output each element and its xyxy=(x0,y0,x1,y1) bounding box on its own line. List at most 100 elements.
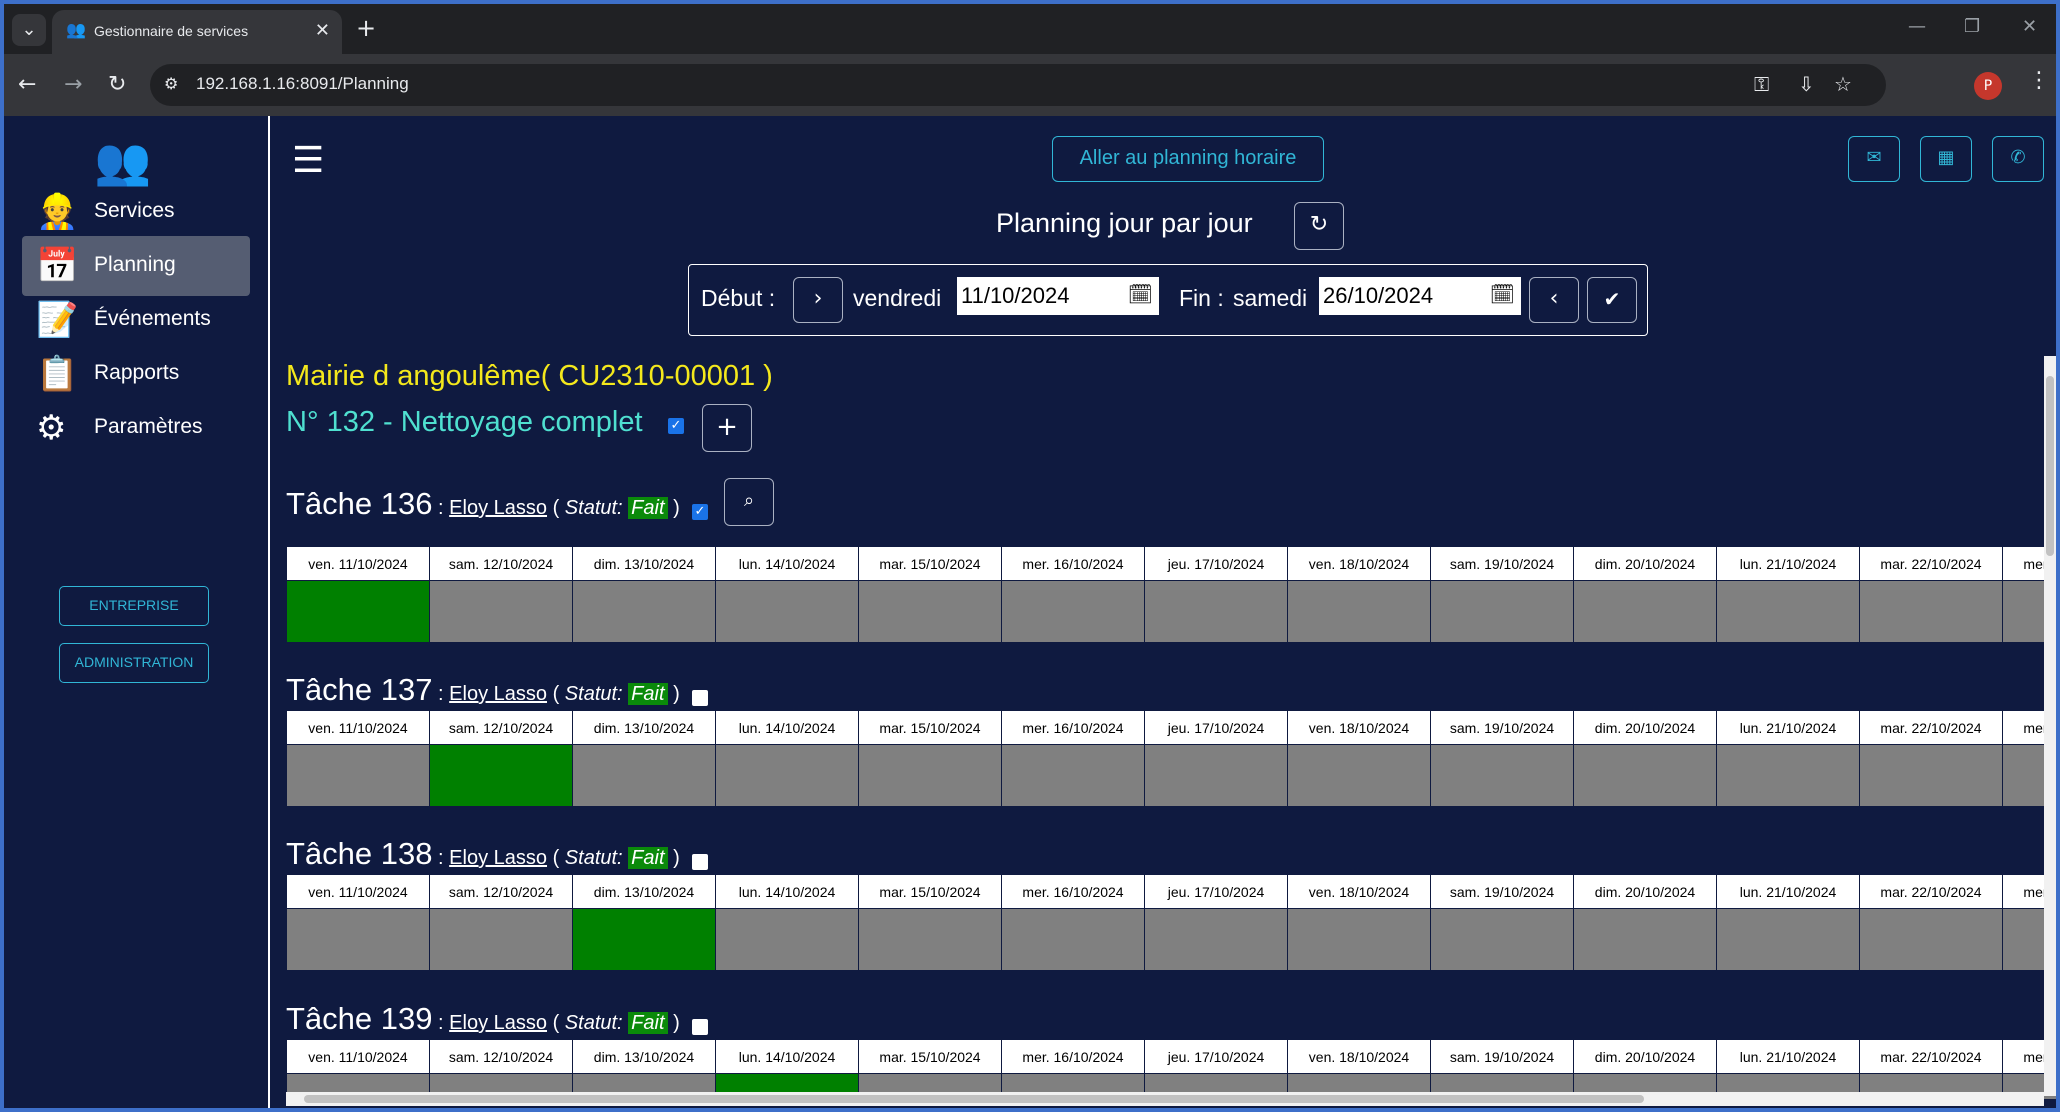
day-cell[interactable] xyxy=(1573,580,1717,643)
day-cell[interactable] xyxy=(1716,908,1860,971)
apply-check-icon[interactable]: ✔ xyxy=(1587,277,1637,323)
day-cell[interactable] xyxy=(1287,744,1431,807)
sidebar-item-planning[interactable]: 📅 Planning xyxy=(22,236,250,296)
forward-icon[interactable]: → xyxy=(64,72,82,97)
key-icon[interactable]: ⚿ xyxy=(1754,72,1769,96)
day-cell[interactable] xyxy=(1144,580,1288,643)
worker-link[interactable]: Eloy Lasso xyxy=(449,847,547,869)
calendar-picker-icon[interactable]: 🗓 xyxy=(1128,282,1153,307)
day-cell[interactable] xyxy=(1287,908,1431,971)
day-cell[interactable] xyxy=(429,580,573,643)
sidebar-item-parametres[interactable]: ⚙ Paramètres xyxy=(22,398,250,458)
back-icon[interactable]: ← xyxy=(18,72,36,97)
day-cell[interactable] xyxy=(572,908,716,971)
scroll-thumb[interactable] xyxy=(2046,376,2054,556)
prev-arrow-icon[interactable]: ‹ xyxy=(1529,277,1579,323)
day-cell[interactable] xyxy=(286,908,430,971)
vertical-scrollbar[interactable] xyxy=(2044,356,2056,1096)
day-cell[interactable] xyxy=(1001,908,1145,971)
day-cell[interactable] xyxy=(1573,908,1717,971)
next-arrow-icon[interactable]: › xyxy=(793,277,843,323)
profile-avatar[interactable]: P xyxy=(1974,72,2002,100)
sidebar-item-evenements[interactable]: 📝 Événements xyxy=(22,290,250,350)
day-cell[interactable] xyxy=(1001,744,1145,807)
day-cell[interactable] xyxy=(1430,580,1574,643)
service-checkbox[interactable]: ✓ xyxy=(668,418,684,434)
day-cell[interactable] xyxy=(286,580,430,643)
day-header: sam. 19/10/2024 xyxy=(1430,710,1574,745)
sidebar-item-services[interactable]: 👷 Services xyxy=(22,182,250,242)
day-cell[interactable] xyxy=(1859,908,2003,971)
day-cell[interactable] xyxy=(429,908,573,971)
day-cell[interactable] xyxy=(1287,580,1431,643)
mail-icon[interactable]: ✉ xyxy=(1848,136,1900,182)
restore-icon[interactable]: ❐ xyxy=(1964,16,1980,37)
install-icon[interactable]: ⇩ xyxy=(1798,72,1815,96)
main-content: ☰ Aller au planning horaire ✉ ▦ ✆ Planni… xyxy=(272,116,2056,1108)
url-input[interactable]: ⚙ 192.168.1.16:8091/Planning ☆ ⇩ ⚿ xyxy=(150,64,1886,106)
day-header: sam. 12/10/2024 xyxy=(429,1039,573,1074)
menu-dots-icon[interactable]: ⋮ xyxy=(2028,68,2050,93)
site-settings-icon[interactable]: ⚙ xyxy=(164,74,178,93)
day-cell[interactable] xyxy=(1430,744,1574,807)
day-cell[interactable] xyxy=(1716,744,1860,807)
day-cell[interactable] xyxy=(1001,580,1145,643)
close-icon[interactable]: ✕ xyxy=(315,20,330,41)
worker-link[interactable]: Eloy Lasso xyxy=(449,497,547,519)
tab-search-icon[interactable]: ⌄ xyxy=(12,14,46,46)
hourly-planning-button[interactable]: Aller au planning horaire xyxy=(1052,136,1324,182)
day-header: jeu. 17/10/2024 xyxy=(1144,546,1288,581)
day-header: lun. 21/10/2024 xyxy=(1716,546,1860,581)
reload-icon[interactable]: ↻ xyxy=(108,72,126,97)
day-grid: ven. 11/10/2024 sam. 12/10/2024 dim. 13/10… xyxy=(286,546,2056,646)
day-cell[interactable] xyxy=(1430,908,1574,971)
list-menu-icon[interactable]: ☰ xyxy=(292,140,324,181)
task-checkbox[interactable]: ✓ xyxy=(692,504,708,520)
task-checkbox[interactable] xyxy=(692,690,708,706)
day-cell[interactable] xyxy=(572,580,716,643)
day-cell[interactable] xyxy=(1716,580,1860,643)
calendar-icon[interactable]: ▦ xyxy=(1920,136,1972,182)
day-header: sam. 19/10/2024 xyxy=(1430,1039,1574,1074)
search-icon[interactable]: ⌕ xyxy=(724,478,774,526)
day-cell[interactable] xyxy=(858,744,1002,807)
day-header: mer. 16/10/2024 xyxy=(1001,710,1145,745)
day-header: ven. 11/10/2024 xyxy=(286,710,430,745)
scroll-thumb[interactable] xyxy=(304,1095,1644,1103)
window-close-icon[interactable]: ✕ xyxy=(2022,16,2037,37)
new-tab-icon[interactable]: + xyxy=(356,14,376,42)
minimize-icon[interactable]: — xyxy=(1908,16,1926,37)
day-cell[interactable] xyxy=(715,908,859,971)
day-cell[interactable] xyxy=(429,744,573,807)
entreprise-button[interactable]: ENTREPRISE xyxy=(59,586,209,626)
task-checkbox[interactable] xyxy=(692,1019,708,1035)
whatsapp-icon[interactable]: ✆ xyxy=(1992,136,2044,182)
day-cell[interactable] xyxy=(1859,580,2003,643)
day-cell[interactable] xyxy=(1573,744,1717,807)
add-icon[interactable]: + xyxy=(702,404,752,452)
sidebar-item-label: Services xyxy=(94,199,175,222)
sidebar-item-rapports[interactable]: 📋 Rapports xyxy=(22,344,250,404)
day-cell[interactable] xyxy=(572,744,716,807)
day-cell[interactable] xyxy=(286,744,430,807)
day-cell[interactable] xyxy=(715,744,859,807)
task-checkbox[interactable] xyxy=(692,854,708,870)
worker-link[interactable]: Eloy Lasso xyxy=(449,683,547,705)
day-header: jeu. 17/10/2024 xyxy=(1144,874,1288,909)
day-cell[interactable] xyxy=(1144,908,1288,971)
day-cell[interactable] xyxy=(1144,744,1288,807)
horizontal-scrollbar[interactable] xyxy=(286,1092,2044,1106)
refresh-icon[interactable]: ↻ xyxy=(1294,202,1344,250)
day-cell[interactable] xyxy=(858,580,1002,643)
start-date-input[interactable]: 11/10/2024 🗓 xyxy=(957,277,1159,315)
browser-tab[interactable]: 👥 Gestionnaire de services ✕ xyxy=(52,10,342,54)
worker-link[interactable]: Eloy Lasso xyxy=(449,1012,547,1034)
day-cell[interactable] xyxy=(1859,744,2003,807)
administration-button[interactable]: ADMINISTRATION xyxy=(59,643,209,683)
task-title: Tâche 139 xyxy=(286,1001,433,1036)
calendar-picker-icon[interactable]: 🗓 xyxy=(1490,282,1515,307)
day-cell[interactable] xyxy=(858,908,1002,971)
star-icon[interactable]: ☆ xyxy=(1834,72,1852,96)
end-date-input[interactable]: 26/10/2024 🗓 xyxy=(1319,277,1521,315)
day-cell[interactable] xyxy=(715,580,859,643)
